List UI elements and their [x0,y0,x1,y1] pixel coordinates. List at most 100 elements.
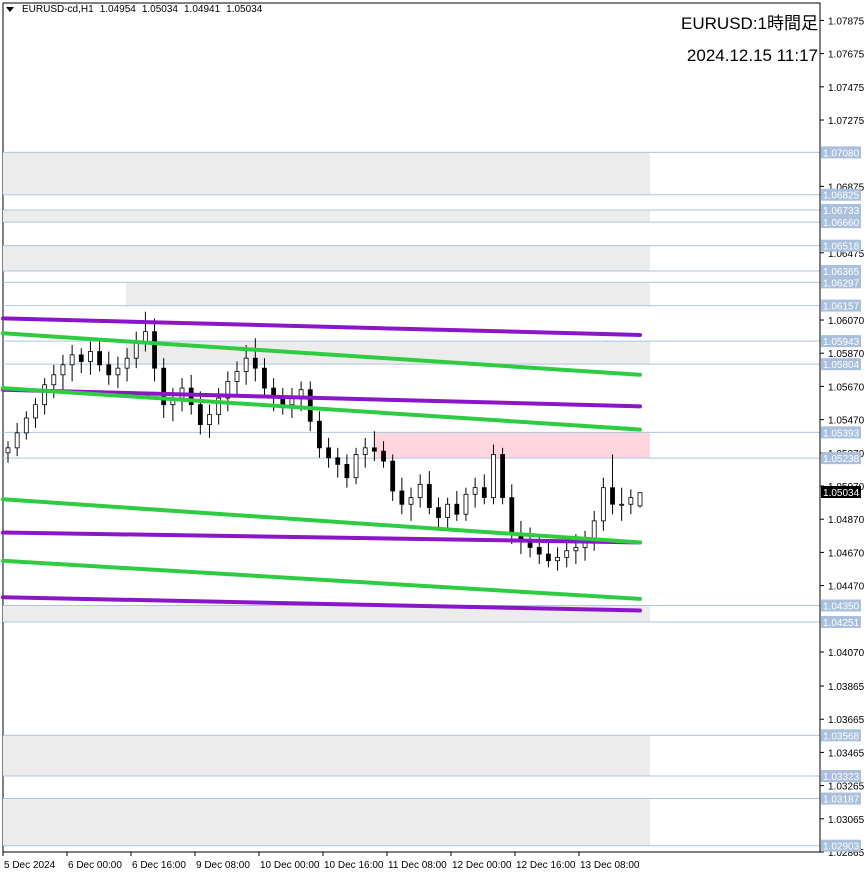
candle-body [610,487,615,505]
level-badge-label: 1.06733 [823,206,860,217]
candle-body [51,374,57,386]
candle-body [124,357,130,369]
candle-body [555,556,560,562]
x-tick-label: 10 Dec 16:00 [324,860,384,871]
y-tick-label: 1.05670 [828,382,865,393]
zone-gray [3,798,650,846]
ohlc-low: 1.04941 [184,4,221,15]
candle-body [115,367,121,376]
level-badge-label: 1.06825 [823,191,860,202]
candle-body [234,371,240,382]
level-badge-label: 1.05238 [823,454,860,465]
level-badge-label: 1.06660 [823,218,860,229]
level-badge-label: 1.02903 [823,842,860,853]
candle-body [207,414,212,425]
candle-body [390,460,396,492]
y-tick-label: 1.03665 [828,715,865,726]
level-badge-label: 1.04350 [823,602,860,613]
y-tick-label: 1.06070 [828,316,865,327]
y-tick-label: 1.03865 [828,682,865,693]
candle-body [472,487,478,495]
level-badge-label: 1.06157 [823,302,860,313]
candle-body [33,404,38,419]
zone-gray [3,209,650,223]
candle-body [142,331,148,343]
candle-body [262,367,267,389]
candle-body [481,487,487,499]
candle-body [573,547,579,552]
candle-body [42,384,48,406]
candle-body [88,351,93,362]
candle-body [5,447,11,454]
y-tick-label: 1.03465 [828,748,865,759]
y-tick-label: 1.07675 [828,50,865,61]
x-tick-label: 9 Dec 08:00 [196,860,250,871]
ohlc-open: 1.04954 [99,4,136,15]
x-tick-label: 6 Dec 16:00 [132,860,186,871]
price-chart[interactable]: 1.078751.076751.074751.072751.068751.064… [0,0,866,876]
candle-body [152,331,157,369]
x-tick-label: 5 Dec 2024 [4,860,56,871]
level-badge-label: 1.05804 [823,360,860,371]
candle-body [252,357,258,369]
candle-body [426,483,432,508]
candle-body [454,503,460,515]
candle-body [371,447,377,452]
x-tick-label: 6 Dec 00:00 [68,860,122,871]
zone-pink [375,432,650,459]
y-tick-label: 1.04870 [828,515,865,526]
candle-body [307,389,313,422]
level-badge-label: 1.05943 [823,337,860,348]
level-badge-label: 1.06518 [823,242,860,253]
x-tick-label: 11 Dec 08:00 [388,860,447,871]
candle-body [326,447,331,459]
candle-body [628,497,634,505]
chart-header: EURUSD-cd,H1 1.04954 1.05034 1.04941 1.0… [6,4,262,15]
candle-body [408,497,414,505]
level-badge-label: 1.06297 [823,278,860,289]
y-tick-label: 1.07475 [828,83,865,94]
ohlc-close: 1.05034 [226,4,263,15]
level-badge-label: 1.03323 [823,772,860,783]
level-badge-label: 1.03568 [823,731,860,742]
candle-body [536,547,542,555]
level-badge-label: 1.04251 [823,618,860,629]
candle-body [399,490,405,505]
symbol-label: EURUSD-cd,H1 [22,4,94,15]
candle-body [69,354,75,366]
level-badge-label: 1.05393 [823,428,860,439]
candle-body [106,364,112,376]
candle-body [436,507,441,518]
candle-body [546,553,551,562]
candle-body [78,354,84,362]
candle-body [509,497,515,535]
y-tick-label: 1.07875 [828,16,865,27]
chevron-down-icon[interactable] [6,7,14,12]
candle-body [491,454,496,499]
y-tick-label: 1.04470 [828,582,865,593]
x-tick-label: 13 Dec 08:00 [580,860,640,871]
candle-body [335,457,341,465]
x-tick-label: 12 Dec 00:00 [452,860,512,871]
candle-body [417,483,423,499]
candle-body [97,351,102,366]
y-tick-label: 1.04070 [828,648,865,659]
candle-body [500,454,506,499]
candle-body [362,447,368,455]
level-badge-label: 1.03187 [823,795,860,806]
y-tick-label: 1.03065 [828,815,865,826]
candle-body [133,341,139,359]
chart-frame: 1.07875 1.07675 1.07475 1.07275 1.06875 1.064… [0,0,866,876]
y-tick-label: 1.05470 [828,416,865,427]
candle-body [14,432,20,449]
plot-area [2,2,821,853]
chart-overlay-date: 2024.12.15 11:17 [686,46,818,65]
zone-gray [3,245,650,272]
candle-body [381,450,386,462]
x-tick-label: 10 Dec 00:00 [260,860,320,871]
candle-body [564,550,570,558]
current-price-label: 1.05034 [823,488,860,499]
candle-body [243,357,249,372]
candle-body [445,503,451,518]
x-tick-label: 12 Dec 16:00 [516,860,576,871]
